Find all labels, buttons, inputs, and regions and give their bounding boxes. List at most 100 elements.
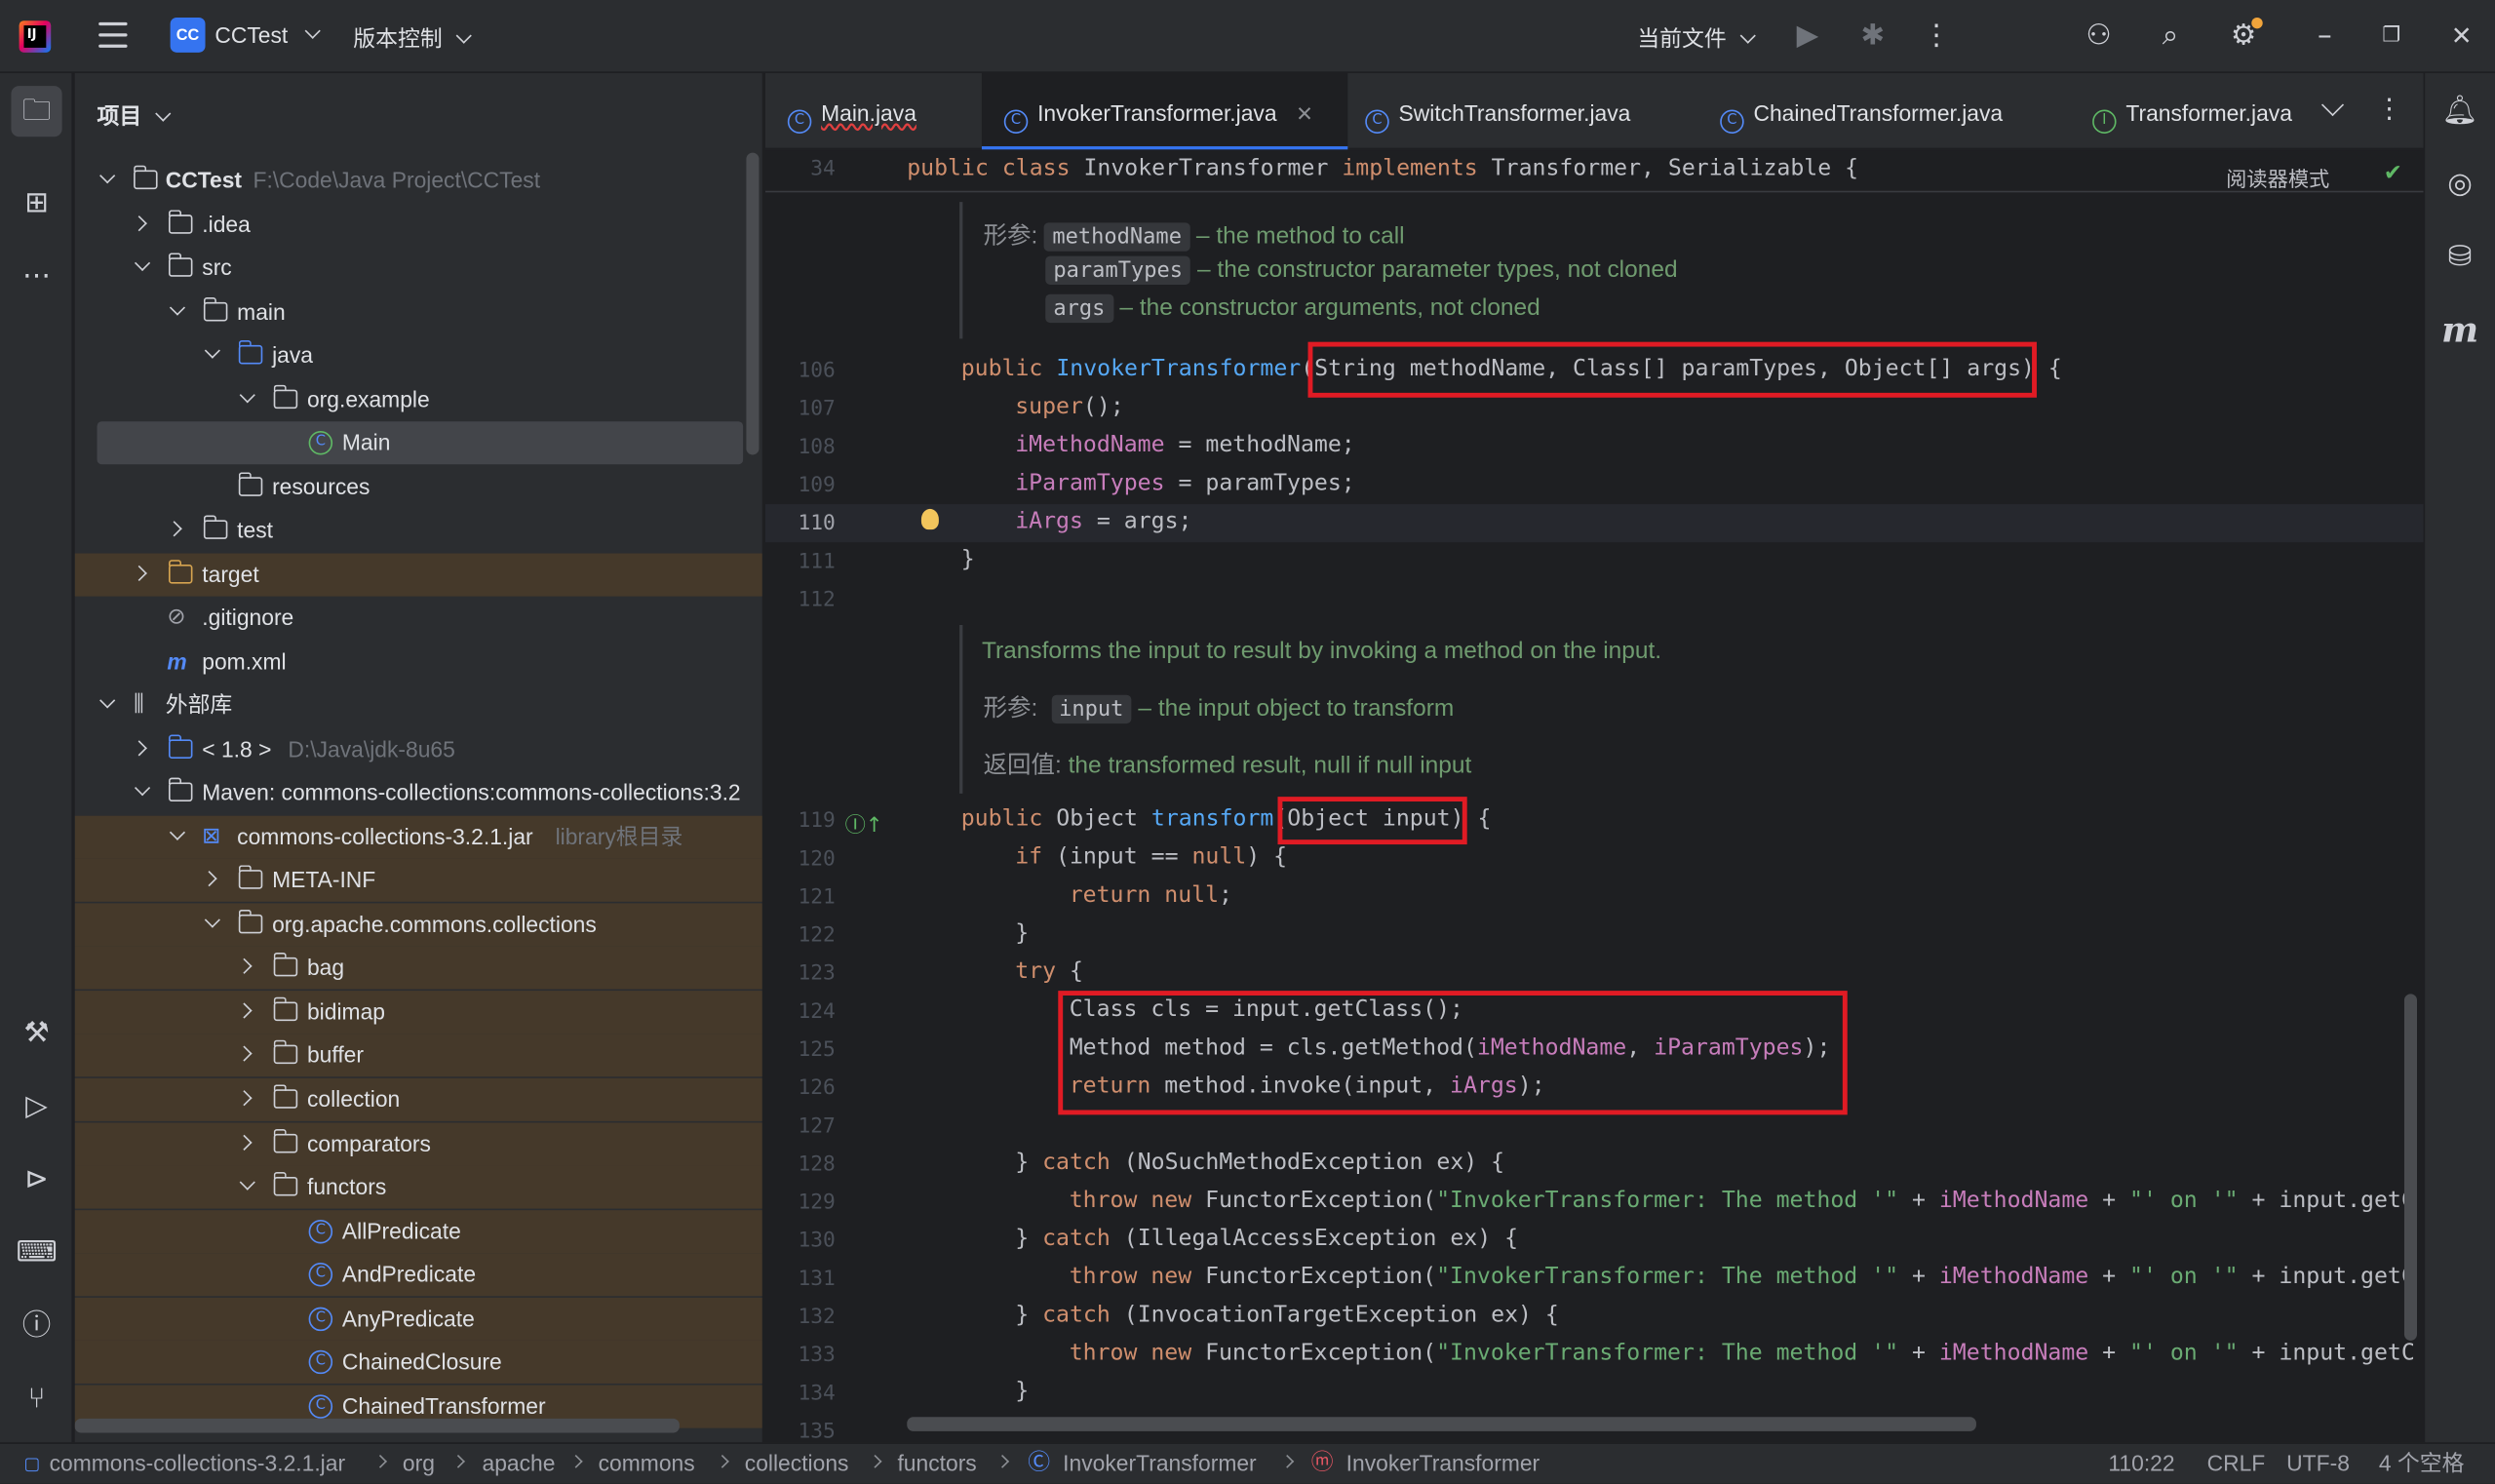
chevron-right-icon[interactable] bbox=[131, 740, 147, 757]
chevron-down-icon[interactable] bbox=[239, 1174, 255, 1191]
inspection-ok-check-icon[interactable]: ✔ bbox=[2384, 161, 2402, 186]
tab-switchtransformer-java[interactable]: C SwitchTransformer.java bbox=[1365, 73, 1630, 149]
file-encoding[interactable]: UTF-8 bbox=[2286, 1444, 2350, 1484]
tree-item-collection[interactable]: collection bbox=[74, 1077, 762, 1121]
tree-item-org-example[interactable]: org.example bbox=[75, 378, 762, 421]
chevron-right-icon[interactable] bbox=[131, 565, 147, 582]
tree-item-buffer[interactable]: buffer bbox=[74, 1034, 762, 1077]
build-hammer-icon[interactable]: ⚒ bbox=[11, 1008, 61, 1059]
debug-icon[interactable]: ✱ bbox=[1855, 20, 1891, 55]
tab-chainedtransformer-java[interactable]: C ChainedTransformer.java bbox=[1720, 73, 2003, 149]
chevron-right-icon[interactable] bbox=[236, 1090, 253, 1107]
project-panel-header[interactable]: 项目 bbox=[97, 100, 172, 133]
breadcrumb-method[interactable]: InvokerTransformer bbox=[1346, 1444, 1540, 1484]
breadcrumb-class[interactable]: InvokerTransformer bbox=[1063, 1444, 1256, 1484]
vcs-menu[interactable]: 版本控制 bbox=[353, 22, 472, 55]
tree-item-resources[interactable]: resources bbox=[75, 466, 762, 509]
tree-item-org-apache-commons-collections[interactable]: org.apache.commons.collections bbox=[74, 903, 762, 947]
more-tools-icon[interactable]: ⋯ bbox=[11, 252, 61, 302]
database-icon[interactable]: ⛁ bbox=[2439, 237, 2480, 278]
tree-item-src[interactable]: src bbox=[75, 247, 762, 290]
tree-item-maven-commons-collections[interactable]: Maven: commons-collections:commons-colle… bbox=[75, 771, 762, 814]
chevron-right-icon[interactable] bbox=[201, 871, 217, 887]
breadcrumb-collections[interactable]: collections bbox=[745, 1444, 849, 1484]
tree-item-jar[interactable]: ⊠ commons-collections-3.2.1.jar library根… bbox=[74, 815, 762, 859]
tree-item-chainedclosure[interactable]: C ChainedClosure bbox=[74, 1340, 762, 1384]
tab-main-java[interactable]: C Main.java bbox=[787, 73, 966, 149]
more-actions-icon[interactable]: ⋮ bbox=[1919, 20, 1954, 55]
breadcrumb-org[interactable]: org bbox=[403, 1444, 435, 1484]
project-tool-folder-icon[interactable]: 🗀 bbox=[11, 86, 62, 137]
chevron-down-icon[interactable] bbox=[134, 254, 151, 272]
structure-icon[interactable]: ⊞ bbox=[11, 178, 61, 229]
notifications-bell-icon[interactable]: 🔔︎ bbox=[2439, 91, 2480, 132]
tree-item-java[interactable]: java bbox=[75, 334, 762, 377]
chevron-right-icon[interactable] bbox=[166, 521, 182, 537]
chevron-right-icon[interactable] bbox=[131, 215, 147, 232]
tree-item-allpredicate[interactable]: C AllPredicate bbox=[74, 1210, 762, 1254]
chevron-down-icon[interactable] bbox=[204, 912, 220, 928]
tabs-overflow-chevron-icon[interactable] bbox=[2320, 94, 2345, 117]
search-icon[interactable]: ⌕ bbox=[2153, 20, 2188, 55]
tree-item-external-libraries[interactable]: ⫼ 外部库 bbox=[75, 683, 762, 726]
code-editor[interactable]: 34 public class InvokerTransformer imple… bbox=[764, 150, 2424, 1443]
chevron-down-icon[interactable] bbox=[239, 387, 255, 404]
tree-item-test[interactable]: test bbox=[75, 509, 762, 552]
tree-item-bag[interactable]: bag bbox=[74, 946, 762, 990]
caret-position[interactable]: 110:22 bbox=[2108, 1444, 2174, 1484]
indent-setting[interactable]: 4 个空格 bbox=[2379, 1444, 2465, 1484]
tree-item-main-class[interactable]: C Main bbox=[97, 421, 744, 465]
chevron-down-icon[interactable] bbox=[134, 780, 151, 797]
editor-horizontal-scrollbar[interactable] bbox=[907, 1417, 1976, 1431]
tabs-more-icon[interactable]: ⋮ bbox=[2376, 94, 2403, 126]
project-horizontal-scrollbar[interactable] bbox=[74, 1418, 680, 1433]
services-icon[interactable]: ⊳ bbox=[11, 1154, 61, 1205]
ai-assistant-icon[interactable]: ◎ bbox=[2439, 164, 2480, 205]
breadcrumb-functors[interactable]: functors bbox=[897, 1444, 976, 1484]
chevron-down-icon[interactable] bbox=[204, 342, 220, 359]
reader-mode-toggle[interactable]: 阅读器模式 bbox=[2226, 162, 2329, 192]
git-branch-icon[interactable]: ⑂ bbox=[11, 1374, 61, 1425]
breadcrumb-apache[interactable]: apache bbox=[482, 1444, 555, 1484]
tree-item-idea[interactable]: .idea bbox=[75, 204, 762, 247]
chevron-right-icon[interactable] bbox=[236, 1134, 253, 1151]
tree-item-jdk[interactable]: < 1.8 > D:\Java\jdk-8u65 bbox=[75, 728, 762, 771]
tree-item-bidimap[interactable]: bidimap bbox=[74, 991, 762, 1035]
add-user-icon[interactable]: ⚇ bbox=[2082, 20, 2117, 55]
chevron-down-icon[interactable] bbox=[99, 168, 116, 184]
intellij-logo-icon[interactable]: IJ bbox=[19, 20, 52, 53]
chevron-right-icon[interactable] bbox=[236, 1045, 253, 1062]
tree-item-gitignore[interactable]: ⊘ .gitignore bbox=[75, 597, 762, 640]
chevron-down-icon[interactable] bbox=[169, 824, 186, 840]
tab-invokertransformer-java[interactable]: C InvokerTransformer.java ✕ bbox=[981, 73, 1348, 150]
run-tool-icon[interactable]: ▷ bbox=[11, 1081, 61, 1132]
main-menu-icon[interactable] bbox=[98, 21, 128, 48]
run-icon[interactable]: ▶ bbox=[1790, 20, 1825, 55]
restore-icon[interactable]: ❐ bbox=[2374, 20, 2409, 55]
breadcrumb-jar[interactable]: commons-collections-3.2.1.jar bbox=[50, 1444, 346, 1484]
chevron-down-icon[interactable] bbox=[99, 692, 116, 709]
chevron-down-icon[interactable] bbox=[169, 299, 186, 316]
close-tab-icon[interactable]: ✕ bbox=[1296, 103, 1313, 127]
terminal-icon[interactable]: ⌨ bbox=[11, 1228, 61, 1278]
tab-transformer-java[interactable]: I Transformer.java bbox=[2092, 73, 2299, 149]
chevron-right-icon[interactable] bbox=[236, 957, 253, 974]
project-vertical-scrollbar[interactable] bbox=[746, 152, 760, 455]
tree-item-pom-xml[interactable]: m pom.xml bbox=[75, 641, 762, 683]
tree-item-cctest[interactable]: CCTest F:\Code\Java Project\CCTest bbox=[75, 159, 762, 202]
maven-icon[interactable]: m bbox=[2439, 310, 2480, 351]
editor-vertical-scrollbar[interactable] bbox=[2403, 994, 2418, 1341]
intention-lightbulb-icon[interactable] bbox=[920, 508, 939, 530]
project-switcher[interactable]: CC CCTest bbox=[170, 17, 321, 53]
tree-item-anypredicate[interactable]: C AnyPredicate bbox=[74, 1297, 762, 1341]
chevron-right-icon[interactable] bbox=[236, 1002, 253, 1019]
implements-method-icon[interactable]: Ⓘ↑ bbox=[845, 808, 883, 838]
tree-item-meta-inf[interactable]: META-INF bbox=[74, 858, 762, 902]
run-config-selector[interactable]: 当前文件 bbox=[1637, 22, 1756, 55]
tree-item-andpredicate[interactable]: C AndPredicate bbox=[74, 1253, 762, 1297]
tree-item-comparators[interactable]: comparators bbox=[74, 1122, 762, 1166]
tree-item-target[interactable]: target bbox=[74, 553, 762, 597]
problems-icon[interactable]: ⓘ bbox=[11, 1301, 61, 1351]
line-number-gutter[interactable]: 106 107 108 109 110 111 112 119 120 121 … bbox=[765, 151, 906, 1443]
tree-item-functors[interactable]: functors bbox=[74, 1165, 762, 1209]
